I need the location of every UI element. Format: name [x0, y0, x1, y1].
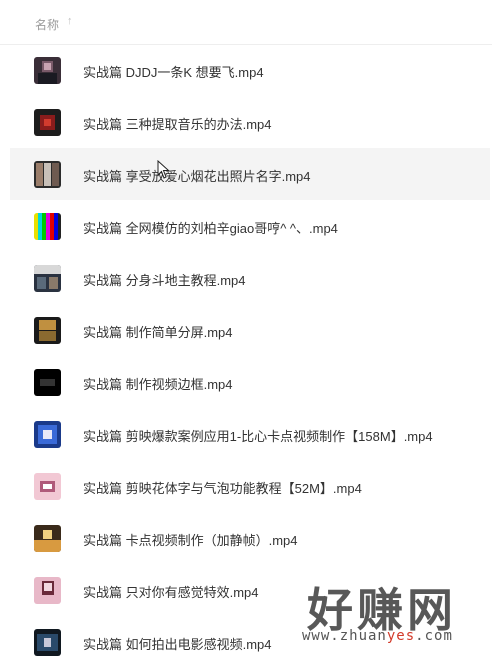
file-row[interactable]: 实战篇 制作视频边框.mp4 — [10, 356, 490, 408]
video-thumbnail-icon — [34, 577, 61, 604]
file-name[interactable]: 实战篇 如何拍出电影感视频.mp4 — [83, 634, 272, 653]
file-row[interactable]: 实战篇 卡点视频制作（加静帧）.mp4 — [10, 512, 490, 564]
file-name[interactable]: 实战篇 全网模仿的刘柏辛giao哥哼^ ^、.mp4 — [83, 218, 338, 237]
file-row[interactable]: 实战篇 剪映花体字与气泡功能教程【52M】.mp4 — [10, 460, 490, 512]
file-row[interactable]: 实战篇 制作简单分屏.mp4 — [10, 304, 490, 356]
video-thumbnail-icon — [34, 525, 61, 552]
file-list: 实战篇 DJDJ一条K 想要飞.mp4 实战篇 三种提取音乐的办法.mp4 实战篇 … — [0, 44, 492, 668]
video-thumbnail-icon — [34, 161, 61, 188]
file-row[interactable]: 实战篇 全网模仿的刘柏辛giao哥哼^ ^、.mp4 — [10, 200, 490, 252]
video-thumbnail-icon — [34, 213, 61, 240]
file-name[interactable]: 实战篇 制作视频边框.mp4 — [83, 374, 233, 393]
file-row[interactable]: 实战篇 DJDJ一条K 想要飞.mp4 — [10, 44, 490, 96]
video-thumbnail-icon — [34, 629, 61, 656]
file-row[interactable]: 实战篇 享受放爱心烟花出照片名字.mp4 — [10, 148, 490, 200]
file-row[interactable]: 实战篇 如何拍出电影感视频.mp4 — [10, 616, 490, 668]
mouse-cursor-icon — [157, 160, 170, 179]
video-thumbnail-icon — [34, 421, 61, 448]
file-name[interactable]: 实战篇 剪映花体字与气泡功能教程【52M】.mp4 — [83, 478, 362, 497]
file-row[interactable]: 实战篇 剪映爆款案例应用1-比心卡点视频制作【158M】.mp4 — [10, 408, 490, 460]
file-name[interactable]: 实战篇 只对你有感觉特效.mp4 — [83, 582, 259, 601]
sort-ascending-icon[interactable]: ↑ — [67, 15, 73, 27]
video-thumbnail-icon — [34, 317, 61, 344]
file-name[interactable]: 实战篇 卡点视频制作（加静帧）.mp4 — [83, 530, 298, 549]
file-row[interactable]: 实战篇 三种提取音乐的办法.mp4 — [10, 96, 490, 148]
file-name[interactable]: 实战篇 DJDJ一条K 想要飞.mp4 — [83, 62, 264, 81]
file-name[interactable]: 实战篇 制作简单分屏.mp4 — [83, 322, 233, 341]
video-thumbnail-icon — [34, 57, 61, 84]
video-thumbnail-icon — [34, 109, 61, 136]
file-row[interactable]: 实战篇 只对你有感觉特效.mp4 — [10, 564, 490, 616]
file-name[interactable]: 实战篇 三种提取音乐的办法.mp4 — [83, 114, 272, 133]
video-thumbnail-icon — [34, 265, 61, 292]
file-row[interactable]: 实战篇 分身斗地主教程.mp4 — [10, 252, 490, 304]
file-name[interactable]: 实战篇 分身斗地主教程.mp4 — [83, 270, 246, 289]
column-name-header[interactable]: 名称 — [35, 16, 59, 33]
file-name[interactable]: 实战篇 剪映爆款案例应用1-比心卡点视频制作【158M】.mp4 — [83, 426, 433, 445]
video-thumbnail-icon — [34, 369, 61, 396]
video-thumbnail-icon — [34, 473, 61, 500]
file-name[interactable]: 实战篇 享受放爱心烟花出照片名字.mp4 — [83, 166, 311, 185]
list-header: 名称 ↑ — [0, 0, 492, 45]
